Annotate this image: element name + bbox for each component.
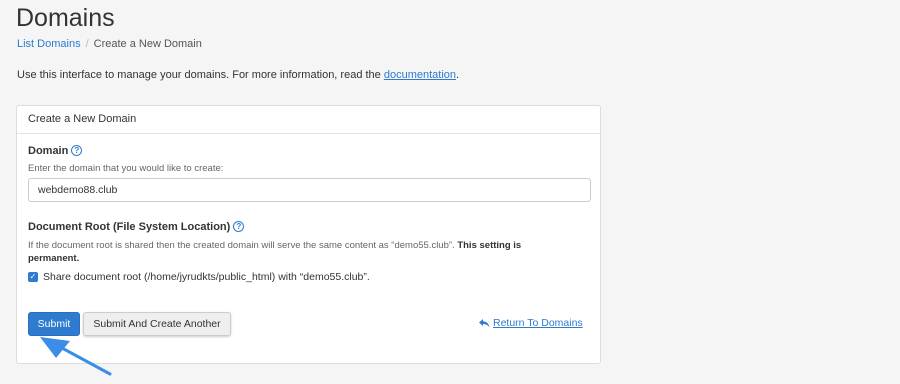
breadcrumb-current: Create a New Domain (93, 38, 202, 50)
document-root-warning: If the document root is shared then the … (28, 239, 568, 265)
create-domain-panel: Create a New Domain Domain? Enter the do… (16, 105, 601, 364)
breadcrumb: List Domains / Create a New Domain (17, 38, 202, 50)
document-root-label-text: Document Root (File System Location) (28, 221, 231, 233)
submit-and-create-another-button[interactable]: Submit And Create Another (83, 312, 231, 336)
return-to-domains-label: Return To Domains (493, 317, 583, 329)
page-title: Domains (16, 4, 115, 32)
document-root-warning-text: If the document root is shared then the … (28, 240, 458, 251)
pointer-arrow-icon (40, 337, 112, 376)
reply-arrow-icon (479, 318, 490, 327)
share-document-root-checkbox[interactable]: ✓ (28, 272, 38, 282)
intro-text: Use this interface to manage your domain… (17, 69, 459, 81)
submit-button[interactable]: Submit (28, 312, 80, 336)
domain-input[interactable] (28, 178, 591, 202)
share-document-root-label: Share document root (/home/jyrudkts/publ… (43, 271, 370, 283)
panel-heading: Create a New Domain (17, 106, 600, 134)
domain-label: Domain? (28, 145, 83, 157)
question-circle-icon[interactable]: ? (233, 221, 245, 232)
documentation-link[interactable]: documentation (384, 69, 456, 81)
question-circle-icon[interactable]: ? (71, 145, 83, 156)
domain-hint: Enter the domain that you would like to … (28, 163, 224, 174)
share-document-root-option[interactable]: ✓ Share document root (/home/jyrudkts/pu… (28, 271, 370, 283)
breadcrumb-separator: / (85, 38, 89, 50)
return-to-domains-link[interactable]: Return To Domains (479, 317, 583, 329)
breadcrumb-list-domains[interactable]: List Domains (17, 38, 81, 50)
document-root-label: Document Root (File System Location)? (28, 221, 245, 233)
intro-text-end: . (456, 69, 460, 81)
intro-text-body: Use this interface to manage your domain… (17, 69, 384, 81)
domain-label-text: Domain (28, 145, 69, 157)
